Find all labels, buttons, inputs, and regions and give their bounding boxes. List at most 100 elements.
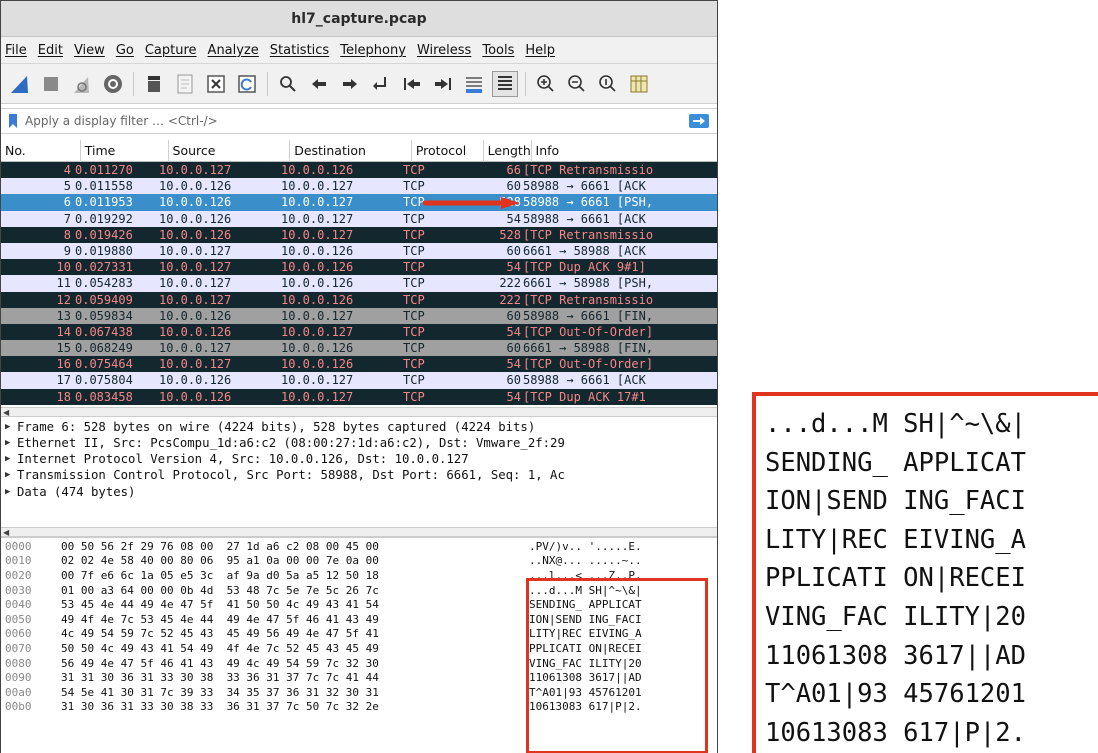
menu-tools[interactable]: Tools — [482, 43, 514, 58]
hex-bytes[interactable]: 54 5e 41 30 31 7c 39 33 34 35 37 36 31 3… — [61, 686, 529, 701]
bookmark-icon[interactable] — [5, 114, 21, 128]
detail-row[interactable]: ▶ Ethernet II, Src: PcsCompu_1d:a6:c2 (08… — [1, 435, 717, 451]
zoom-out-icon[interactable] — [564, 71, 590, 97]
open-file-icon[interactable] — [141, 71, 167, 97]
packet-row[interactable]: 8 0.019426 10.0.0.126 10.0.0.127 TCP 528 [TCP … — [1, 226, 717, 243]
details-scrollbar[interactable]: ◀ — [1, 526, 717, 537]
resize-columns-icon[interactable] — [626, 71, 652, 97]
expand-triangle-icon[interactable]: ▶ — [5, 484, 17, 500]
menu-view[interactable]: View — [74, 43, 105, 58]
packet-protocol: TCP — [403, 211, 425, 226]
hex-ascii[interactable]: ..NX@... .....~.. — [529, 554, 709, 569]
packet-length: 60 — [506, 179, 521, 194]
packet-row[interactable]: 14 0.067438 10.0.0.126 10.0.0.127 TCP 54 [TCP … — [1, 323, 717, 341]
hex-bytes[interactable]: 00 7f e6 6c 1a 05 e5 3c af 9a d0 5a a5 1… — [61, 569, 529, 584]
detail-row[interactable]: ▶ Internet Protocol Version 4, Src: 10.0.… — [1, 451, 717, 467]
shark-fin-start-icon[interactable] — [7, 71, 33, 97]
expand-triangle-icon[interactable]: ▶ — [5, 435, 17, 451]
hex-bytes[interactable]: 56 49 4e 47 5f 46 41 43 49 4c 49 54 59 7… — [61, 657, 529, 672]
hex-bytes[interactable]: 50 50 4c 49 43 41 54 49 4f 4e 7c 52 45 4… — [61, 642, 529, 657]
packet-row[interactable]: 5 0.011558 10.0.0.126 10.0.0.127 TCP 60 58988 … — [1, 178, 717, 195]
display-filter-input[interactable] — [21, 110, 689, 132]
go-to-packet-icon[interactable] — [368, 71, 394, 97]
column-info[interactable]: Info — [532, 140, 717, 162]
save-file-icon[interactable] — [172, 71, 198, 97]
column-source[interactable]: Source — [169, 139, 291, 162]
menu-capture[interactable]: Capture — [145, 43, 197, 58]
packet-row[interactable]: 4 0.011270 10.0.0.127 10.0.0.126 TCP 66 [TCP R… — [1, 162, 717, 179]
reload-file-icon[interactable] — [234, 71, 260, 97]
last-packet-icon[interactable] — [430, 71, 456, 97]
packet-row[interactable]: 7 0.019292 10.0.0.126 10.0.0.127 TCP 54 58988 … — [1, 210, 717, 227]
menu-analyze[interactable]: Analyze — [208, 43, 259, 58]
column-protocol[interactable]: Protocol — [412, 139, 484, 162]
hex-bytes[interactable]: 4c 49 54 59 7c 52 45 43 45 49 56 49 4e 4… — [61, 627, 529, 642]
packet-time: 0.083458 — [75, 389, 133, 404]
detail-row[interactable]: ▶ Frame 6: 528 bytes on wire (4224 bits),… — [1, 419, 717, 435]
main-toolbar — [1, 64, 717, 104]
packet-length: 66 — [506, 163, 521, 177]
restart-capture-icon[interactable] — [69, 71, 95, 97]
packet-no: 4 — [63, 163, 71, 177]
zoom-in-icon[interactable] — [533, 71, 559, 97]
packet-length: 54 — [506, 389, 521, 404]
expand-triangle-icon[interactable]: ▶ — [5, 419, 17, 435]
hex-offset: 00a0 — [5, 685, 32, 699]
packet-row[interactable]: 60.01195310.0.0.12610.0.0.127TCP52858988… — [1, 194, 717, 211]
first-packet-icon[interactable] — [399, 71, 425, 97]
packet-list-scrollbar[interactable]: ◀ — [1, 406, 717, 417]
menu-go[interactable]: Go — [116, 43, 134, 58]
zoomed-ascii-callout: ...d...M SH|^~\&| SENDING_ APPLICAT ION|SE… — [752, 392, 1098, 753]
packet-row[interactable]: 17 0.075804 10.0.0.126 10.0.0.127 TCP 60 58988… — [1, 372, 717, 389]
packet-row[interactable]: 11 0.054283 10.0.0.127 10.0.0.126 TCP 222 6661… — [1, 275, 717, 292]
packet-no: 9 — [63, 243, 71, 258]
hex-bytes[interactable]: 00 50 56 2f 29 76 08 00 27 1d a6 c2 08 0… — [61, 540, 529, 555]
expand-triangle-icon[interactable]: ▶ — [5, 451, 17, 467]
column-time[interactable]: Time — [81, 139, 169, 162]
hex-bytes[interactable]: 02 02 4e 58 40 00 80 06 95 a1 0a 00 00 7… — [61, 554, 529, 569]
menu-help[interactable]: Help — [525, 43, 555, 58]
column-no[interactable]: No. — [1, 139, 81, 162]
packet-length: 54 — [506, 324, 521, 339]
find-packet-icon[interactable] — [275, 71, 301, 97]
stop-capture-icon[interactable] — [38, 71, 64, 97]
hex-bytes[interactable]: 53 45 4e 44 49 4e 47 5f 41 50 50 4c 49 4… — [61, 598, 529, 613]
column-length[interactable]: Length — [484, 139, 532, 162]
red-arrow-annotation — [423, 197, 520, 209]
autoscroll-icon[interactable] — [461, 71, 487, 97]
packet-row[interactable]: 9 0.019880 10.0.0.127 10.0.0.126 TCP 60 6661 →… — [1, 242, 717, 260]
close-file-icon[interactable] — [203, 71, 229, 97]
go-back-icon[interactable] — [306, 71, 332, 97]
packet-row[interactable]: 15 0.068249 10.0.0.127 10.0.0.126 TCP 60 6661 … — [1, 340, 717, 357]
capture-options-icon[interactable] — [100, 71, 126, 97]
colorize-icon[interactable] — [492, 70, 518, 97]
menu-statistics[interactable]: Statistics — [270, 43, 329, 58]
packet-protocol: TCP — [403, 243, 425, 258]
hex-bytes[interactable]: 31 30 36 31 33 30 38 33 36 31 37 7c 50 7… — [61, 700, 529, 715]
hex-ascii[interactable]: .PV/)v.. '.....E. — [529, 540, 709, 555]
hex-bytes[interactable]: 01 00 a3 64 00 00 0b 4d 53 48 7c 5e 7e 5… — [61, 584, 529, 599]
column-destination[interactable]: Destination — [290, 139, 412, 162]
packet-row[interactable]: 10 0.027331 10.0.0.127 10.0.0.126 TCP 54 [TCP … — [1, 259, 717, 276]
apply-filter-arrow-icon[interactable] — [689, 114, 709, 128]
packet-protocol: TCP — [403, 389, 425, 404]
menu-wireless[interactable]: Wireless — [417, 43, 471, 58]
packet-row[interactable]: 16 0.075464 10.0.0.127 10.0.0.126 TCP 54 [TCP … — [1, 356, 717, 373]
menu-file[interactable]: File — [5, 43, 27, 58]
go-forward-icon[interactable] — [337, 71, 363, 97]
packet-length: 528 — [499, 227, 521, 242]
menu-telephony[interactable]: Telephony — [340, 43, 406, 58]
packet-time: 0.075804 — [75, 373, 133, 388]
expand-triangle-icon[interactable]: ▶ — [5, 467, 17, 483]
window-title: hl7_capture.pcap — [1, 1, 717, 37]
hex-bytes[interactable]: 49 4f 4e 7c 53 45 4e 44 49 4e 47 5f 46 4… — [61, 613, 529, 628]
packet-row[interactable]: 18 0.083458 10.0.0.126 10.0.0.127 TCP 54 [TCP … — [1, 388, 717, 405]
packet-row[interactable]: 13 0.059834 10.0.0.126 10.0.0.127 TCP 60 58988… — [1, 307, 717, 324]
packet-no: 7 — [63, 211, 71, 226]
hex-bytes[interactable]: 31 31 30 36 31 33 30 38 33 36 31 37 7c 7… — [61, 671, 529, 686]
detail-row[interactable]: ▶ Transmission Control Protocol, Src Port… — [1, 467, 717, 483]
normal-size-icon[interactable] — [595, 71, 621, 97]
detail-row[interactable]: ▶ Data (474 bytes) — [1, 484, 717, 500]
menu-edit[interactable]: Edit — [38, 43, 63, 58]
packet-row[interactable]: 12 0.059409 10.0.0.127 10.0.0.126 TCP 222 [TCP… — [1, 291, 717, 308]
